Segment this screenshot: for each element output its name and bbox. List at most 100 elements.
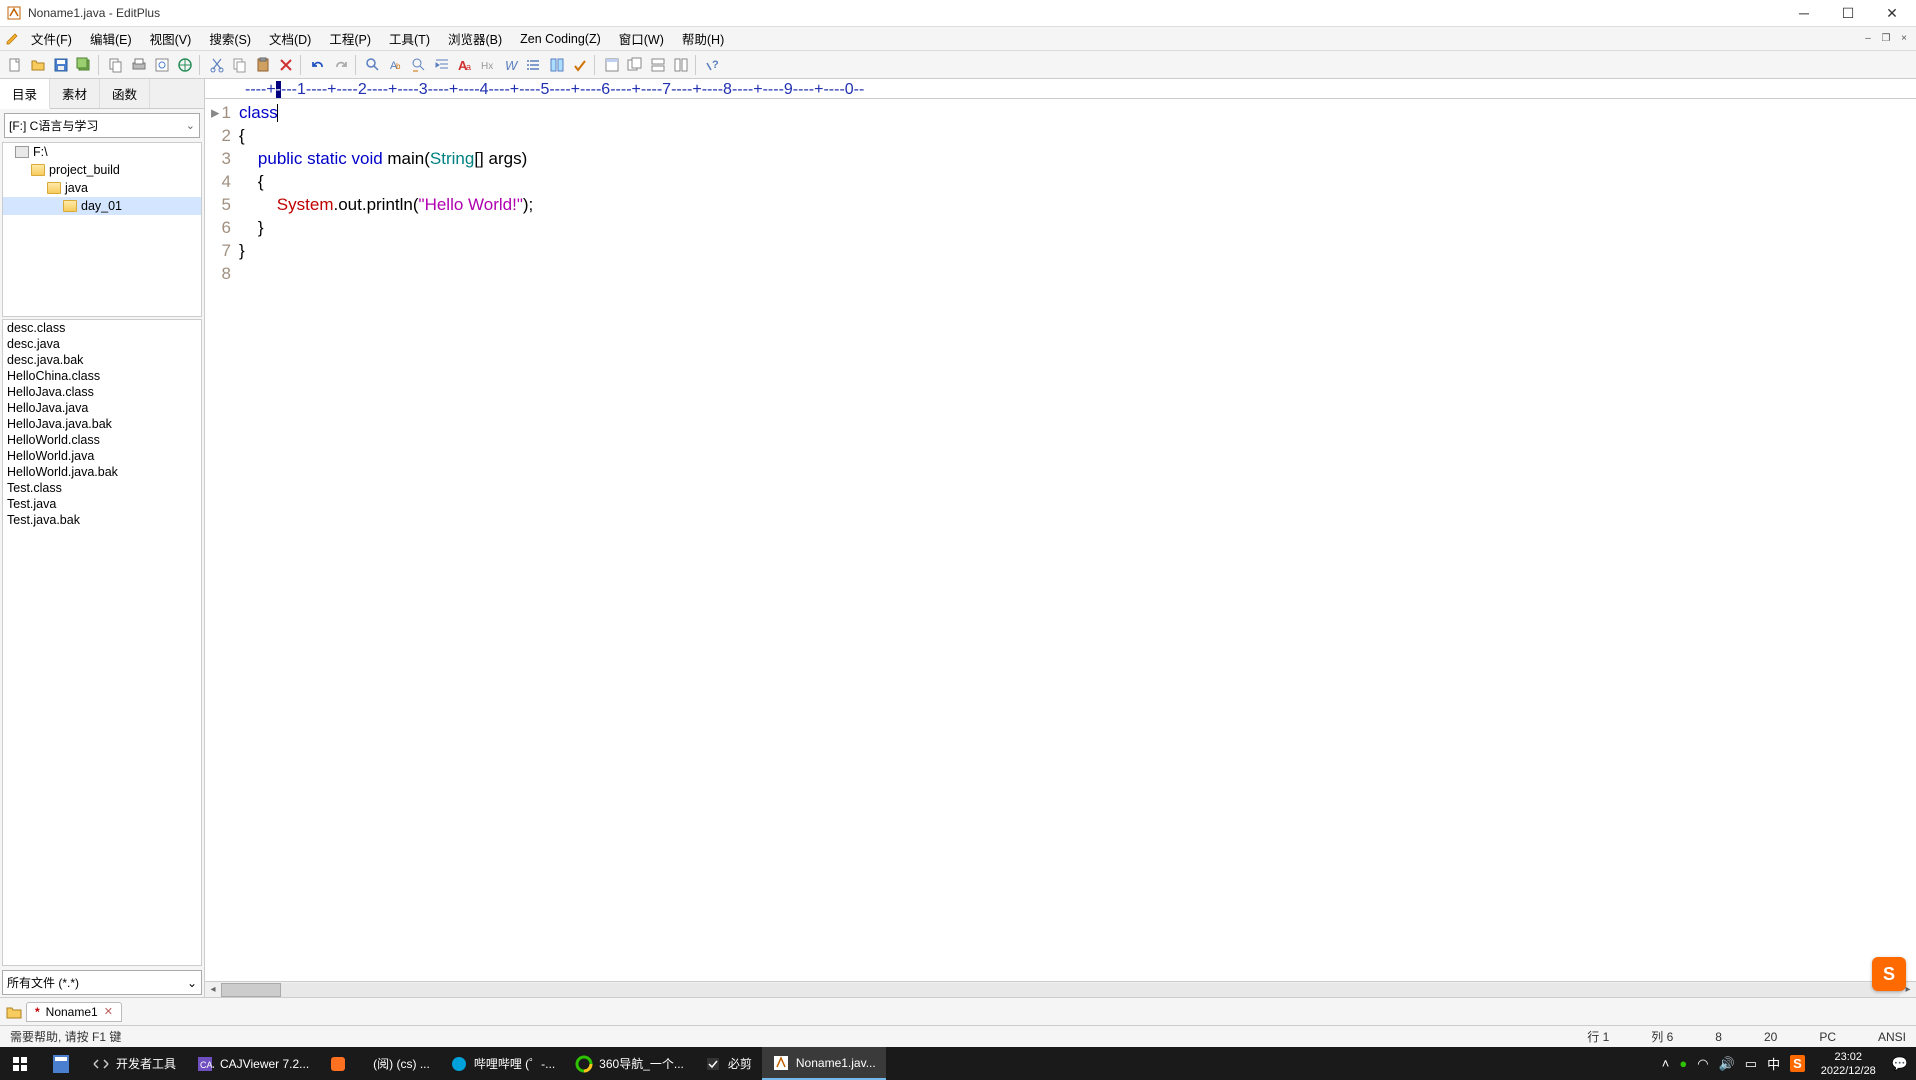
preview-button[interactable] — [151, 54, 173, 76]
indent-button[interactable] — [431, 54, 453, 76]
cut-button[interactable] — [206, 54, 228, 76]
scroll-thumb[interactable] — [221, 983, 281, 997]
code-line[interactable]: 5 System.out.println("Hello World!"); — [205, 193, 1916, 216]
folder-icon[interactable] — [4, 1002, 24, 1022]
replace-button[interactable]: Ab — [385, 54, 407, 76]
menu-document[interactable]: 文档(D) — [260, 26, 320, 51]
sidebar-tab-directory[interactable]: 目录 — [0, 79, 50, 109]
new-file-button[interactable] — [4, 54, 26, 76]
open-file-button[interactable] — [27, 54, 49, 76]
browser-button[interactable] — [174, 54, 196, 76]
file-item[interactable]: Test.class — [3, 480, 201, 496]
menu-zen[interactable]: Zen Coding(Z) — [511, 29, 610, 49]
menu-search[interactable]: 搜索(S) — [200, 26, 260, 51]
code-text[interactable]: public static void main(String[] args) — [239, 147, 527, 170]
file-item[interactable]: HelloWorld.java.bak — [3, 464, 201, 480]
menu-help[interactable]: 帮助(H) — [673, 26, 733, 51]
taskbar-item[interactable]: 开发者工具 — [82, 1047, 186, 1080]
sidebar-tab-cliptext[interactable]: 素材 — [50, 79, 100, 108]
column-button[interactable] — [546, 54, 568, 76]
volume-icon[interactable]: 🔊 — [1719, 1056, 1735, 1072]
window2-button[interactable] — [624, 54, 646, 76]
file-item[interactable]: HelloJava.java — [3, 400, 201, 416]
code-text[interactable]: { — [239, 170, 264, 193]
help-button[interactable]: ? — [702, 54, 724, 76]
file-item[interactable]: HelloWorld.class — [3, 432, 201, 448]
window1-button[interactable] — [601, 54, 623, 76]
delete-button[interactable] — [275, 54, 297, 76]
file-item[interactable]: Test.java — [3, 496, 201, 512]
file-item[interactable]: HelloJava.java.bak — [3, 416, 201, 432]
taskbar-item[interactable]: 必剪 — [694, 1047, 762, 1080]
print-button[interactable] — [128, 54, 150, 76]
mdi-minimize-button[interactable]: – — [1860, 32, 1876, 46]
save-button[interactable] — [50, 54, 72, 76]
file-item[interactable]: Test.java.bak — [3, 512, 201, 528]
file-filter-selector[interactable]: 所有文件 (*.*) ⌄ — [2, 970, 202, 995]
battery-icon[interactable]: ▭ — [1745, 1056, 1757, 1072]
window3-button[interactable] — [647, 54, 669, 76]
redo-button[interactable] — [330, 54, 352, 76]
scroll-left-button[interactable]: ◂ — [205, 983, 221, 997]
file-item[interactable]: HelloChina.class — [3, 368, 201, 384]
tree-item[interactable]: day_01 — [3, 197, 201, 215]
code-text[interactable]: class — [239, 101, 278, 124]
taskbar-item[interactable]: (阅) (cs) ... — [363, 1047, 440, 1080]
taskbar-item[interactable]: 360导航_一个... — [565, 1047, 694, 1080]
ime-language-icon[interactable]: 中 — [1767, 1054, 1780, 1073]
file-item[interactable]: HelloJava.class — [3, 384, 201, 400]
code-line[interactable]: 4 { — [205, 170, 1916, 193]
file-list[interactable]: desc.classdesc.javadesc.java.bakHelloChi… — [2, 319, 202, 966]
minimize-button[interactable]: ─ — [1792, 3, 1816, 23]
paste-button[interactable] — [252, 54, 274, 76]
document-tab[interactable]: * Noname1 ✕ — [26, 1002, 122, 1022]
menu-file[interactable]: 文件(F) — [22, 26, 81, 51]
menu-window[interactable]: 窗口(W) — [610, 26, 673, 51]
spellcheck-button[interactable] — [569, 54, 591, 76]
file-item[interactable]: desc.class — [3, 320, 201, 336]
taskbar-item[interactable]: CAJCAJViewer 7.2... — [186, 1047, 319, 1080]
code-line[interactable]: 3 public static void main(String[] args) — [205, 147, 1916, 170]
folder-tree[interactable]: F:\project_buildjavaday_01 — [2, 142, 202, 317]
list-button[interactable] — [523, 54, 545, 76]
sidebar-tab-function[interactable]: 函数 — [100, 79, 150, 108]
code-line[interactable]: 2{ — [205, 124, 1916, 147]
tree-item[interactable]: project_build — [3, 161, 201, 179]
undo-button[interactable] — [307, 54, 329, 76]
ime-indicator[interactable]: S — [1872, 957, 1906, 991]
tree-item[interactable]: F:\ — [3, 143, 201, 161]
menu-browser[interactable]: 浏览器(B) — [439, 26, 511, 51]
sogou-icon[interactable]: S — [1790, 1055, 1805, 1072]
code-text[interactable]: } — [239, 239, 245, 262]
save-all-button[interactable] — [73, 54, 95, 76]
mdi-close-button[interactable]: × — [1896, 32, 1912, 46]
file-item[interactable]: HelloWorld.java — [3, 448, 201, 464]
window4-button[interactable] — [670, 54, 692, 76]
menu-edit[interactable]: 编辑(E) — [81, 26, 141, 51]
copy2-button[interactable] — [229, 54, 251, 76]
taskbar-calculator[interactable] — [40, 1047, 82, 1080]
code-editor[interactable]: 1class2{3 public static void main(String… — [205, 99, 1916, 981]
file-item[interactable]: desc.java — [3, 336, 201, 352]
goto-button[interactable] — [408, 54, 430, 76]
hex-button[interactable]: Hx — [477, 54, 499, 76]
font-button[interactable]: Aa — [454, 54, 476, 76]
drive-selector[interactable]: [F:] C语言与学习 ⌄ — [4, 113, 200, 138]
notification-icon[interactable]: 💬 — [1892, 1056, 1908, 1072]
close-button[interactable]: ✕ — [1880, 3, 1904, 23]
code-text[interactable]: } — [239, 216, 264, 239]
code-text[interactable]: System.out.println("Hello World!"); — [239, 193, 533, 216]
code-line[interactable]: 7} — [205, 239, 1916, 262]
menu-view[interactable]: 视图(V) — [141, 26, 201, 51]
copy-button[interactable] — [105, 54, 127, 76]
wifi-icon[interactable]: ◠ — [1697, 1056, 1708, 1072]
code-line[interactable]: 6 } — [205, 216, 1916, 239]
code-line[interactable]: 8 — [205, 262, 1916, 285]
code-text[interactable]: { — [239, 124, 245, 147]
wrap-button[interactable]: W — [500, 54, 522, 76]
code-line[interactable]: 1class — [205, 101, 1916, 124]
tray-expand-icon[interactable]: ˄ — [1662, 1056, 1670, 1071]
menu-project[interactable]: 工程(P) — [320, 26, 380, 51]
horizontal-scrollbar[interactable]: ◂ ▸ — [205, 981, 1916, 997]
wechat-icon[interactable]: ● — [1679, 1056, 1687, 1071]
